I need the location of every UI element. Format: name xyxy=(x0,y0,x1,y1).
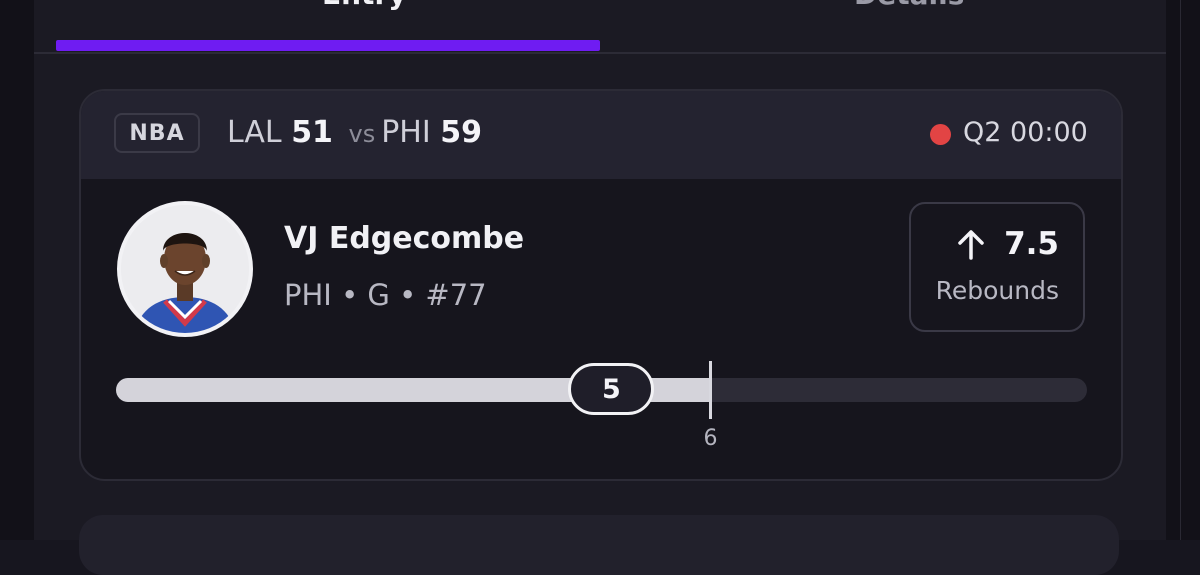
player-team-position-number: PHI • G • #77 xyxy=(284,278,487,312)
arrow-up-icon xyxy=(958,230,984,260)
player-name: VJ Edgecombe xyxy=(284,221,525,256)
current-value-pill: 5 xyxy=(568,363,655,415)
scoreboard: LAL 51 vs PHI 59 xyxy=(227,115,482,150)
live-indicator-icon xyxy=(930,124,951,145)
player-headshot-icon xyxy=(121,205,249,333)
tab-details[interactable]: Details xyxy=(854,0,964,11)
home-score: 59 xyxy=(440,115,482,150)
active-tab-indicator xyxy=(56,40,600,51)
prop-value-row: 7.5 xyxy=(956,226,1059,262)
prop-selection-box[interactable]: 7.5 Rebounds xyxy=(909,202,1085,332)
game-clock: Q2 00:00 xyxy=(963,117,1088,148)
tab-entry[interactable]: Entry xyxy=(322,0,407,11)
prop-line-value: 7.5 xyxy=(1004,226,1059,262)
tab-divider xyxy=(34,52,1166,54)
away-score: 51 xyxy=(291,115,333,150)
game-header: NBA LAL 51 vs PHI 59 Q2 00:00 xyxy=(81,91,1121,179)
player-avatar xyxy=(117,201,253,337)
next-prop-card[interactable] xyxy=(79,515,1119,575)
away-team: LAL xyxy=(227,115,282,150)
prop-stat-label: Rebounds xyxy=(935,276,1059,305)
target-label: 6 xyxy=(703,426,718,451)
left-gutter xyxy=(0,0,34,540)
right-gutter xyxy=(1166,0,1200,540)
league-badge: NBA xyxy=(114,113,200,153)
home-team: PHI xyxy=(381,115,431,150)
target-marker xyxy=(708,361,712,419)
versus-label: vs xyxy=(348,120,376,148)
player-prop-card[interactable]: NBA LAL 51 vs PHI 59 Q2 00:00 VJ Edgecomb… xyxy=(79,89,1123,481)
